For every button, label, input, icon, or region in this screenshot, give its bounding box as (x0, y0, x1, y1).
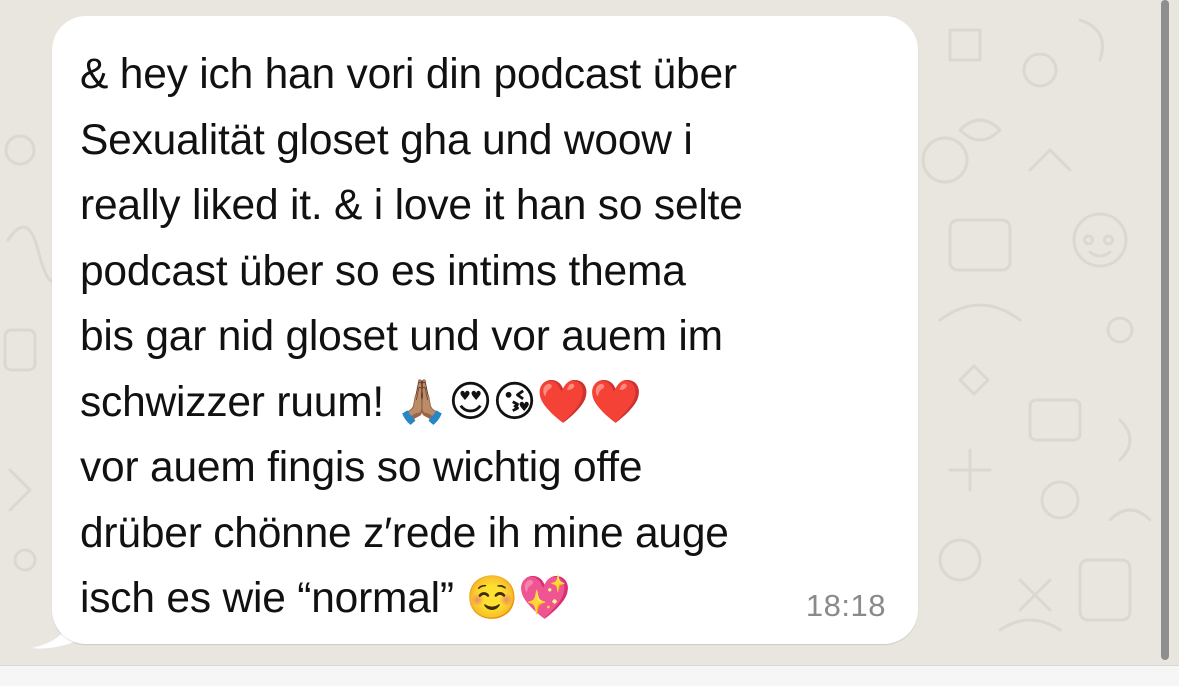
message-timestamp: 18:18 (805, 588, 886, 623)
chat-area[interactable]: & hey ich han vori din podcast über Sexu… (0, 0, 1179, 665)
scrollbar[interactable] (1161, 0, 1169, 660)
composer-bar (0, 665, 1179, 686)
message-text: & hey ich han vori din podcast über Sexu… (80, 51, 743, 622)
incoming-message-bubble[interactable]: & hey ich han vori din podcast über Sexu… (52, 16, 918, 644)
